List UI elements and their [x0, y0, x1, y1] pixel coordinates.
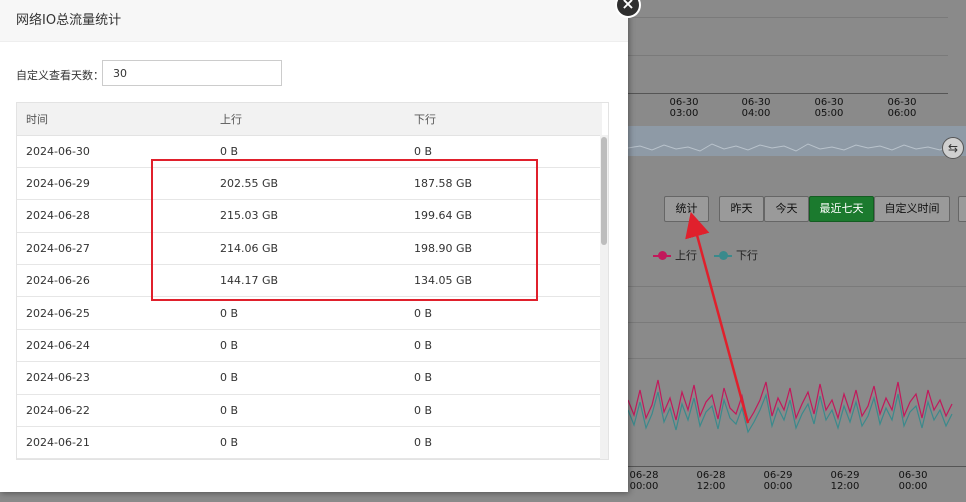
- extra-button[interactable]: [958, 196, 966, 222]
- table-row: 2024-06-30 0 B0 B: [17, 135, 602, 168]
- modal-title: 网络IO总流量统计: [0, 0, 628, 42]
- traffic-stats-modal: 网络IO总流量统计 自定义查看天数： 时间 上行 下行 2024-06-300 …: [0, 0, 628, 492]
- cell-date: 2024-06-26: [17, 264, 211, 298]
- table-row: 2024-06-24 0 B0 B: [17, 329, 602, 363]
- legend-item-down[interactable]: 下行: [714, 249, 758, 263]
- cell-date: 2024-06-30: [17, 135, 211, 168]
- table-scrollbar[interactable]: [600, 135, 608, 459]
- cell-date: 2024-06-29: [17, 167, 211, 201]
- today-button[interactable]: 今天: [764, 196, 809, 222]
- table-header-row: 时间 上行 下行: [17, 103, 602, 136]
- days-label: 自定义查看天数：: [16, 69, 104, 82]
- grid-line: [628, 358, 966, 359]
- cell-date: 2024-06-27: [17, 232, 211, 266]
- traffic-series-chart: [628, 379, 953, 434]
- cell-date: 2024-06-28: [17, 199, 211, 233]
- tick-label: 06-28 00:00: [629, 470, 659, 492]
- tick-label: 06-29 12:00: [830, 470, 860, 492]
- table-row: 2024-06-25 0 B0 B: [17, 296, 602, 330]
- tick-label: 06-29 00:00: [763, 470, 793, 492]
- cell-download: 198.90 GB: [405, 232, 602, 266]
- grid-line: [628, 322, 966, 323]
- scrollbar-thumb[interactable]: [601, 137, 607, 245]
- cell-download: 0 B: [405, 426, 602, 459]
- tick-label: 06-30 03:00: [669, 97, 699, 119]
- cell-date: 2024-06-25: [17, 296, 211, 330]
- tick-label: 06-30 06:00: [887, 97, 917, 119]
- cell-date: 2024-06-23: [17, 361, 211, 395]
- table-row: 2024-06-29 202.55 GB 187.58 GB: [17, 167, 602, 201]
- x-axis-line: [628, 466, 966, 467]
- column-header-download: 下行: [405, 103, 602, 136]
- legend-label-up: 上行: [675, 249, 697, 262]
- custom-time-button[interactable]: 自定义时间: [874, 196, 950, 222]
- tick-label: 06-30 04:00: [741, 97, 771, 119]
- table-row: 2024-06-23 0 B0 B: [17, 361, 602, 395]
- tick-label: 06-30 05:00: [814, 97, 844, 119]
- cell-upload: 0 B: [211, 361, 405, 395]
- cell-upload: 202.55 GB: [211, 167, 405, 201]
- cell-download: 0 B: [405, 296, 602, 330]
- table-row: 2024-06-21 0 B0 B: [17, 426, 602, 459]
- navigator-handle-icon[interactable]: ⇆: [942, 137, 964, 159]
- table-row: 2024-06-28 215.03 GB 199.64 GB: [17, 199, 602, 233]
- legend-item-up[interactable]: 上行: [653, 249, 697, 263]
- legend-label-down: 下行: [736, 249, 758, 262]
- cell-upload: 214.06 GB: [211, 232, 405, 266]
- table-row: 2024-06-27 214.06 GB 198.90 GB: [17, 232, 602, 266]
- cell-date: 2024-06-21: [17, 426, 211, 459]
- legend-marker-up: [653, 251, 671, 260]
- cell-download: 0 B: [405, 135, 602, 168]
- cell-upload: 0 B: [211, 135, 405, 168]
- chart-navigator[interactable]: [627, 126, 966, 156]
- cell-download: 0 B: [405, 394, 602, 428]
- cell-download: 0 B: [405, 361, 602, 395]
- last-seven-days-button[interactable]: 最近七天: [809, 196, 874, 222]
- cell-download: 134.05 GB: [405, 264, 602, 298]
- cell-download: 199.64 GB: [405, 199, 602, 233]
- cell-download: 0 B: [405, 329, 602, 363]
- column-header-time: 时间: [17, 103, 211, 136]
- cell-date: 2024-06-22: [17, 394, 211, 428]
- traffic-table: 时间 上行 下行 2024-06-30 0 B0 B 2024-06-29 202.…: [16, 102, 609, 460]
- grid-line: [628, 55, 948, 56]
- tick-label: 06-30 00:00: [898, 470, 928, 492]
- table-row: 2024-06-26 144.17 GB 134.05 GB: [17, 264, 602, 298]
- grid-line: [628, 286, 966, 287]
- column-header-upload: 上行: [211, 103, 405, 136]
- navigator-series: [627, 143, 949, 152]
- table-row: 2024-06-22 0 B0 B: [17, 394, 602, 428]
- yesterday-button[interactable]: 昨天: [719, 196, 764, 222]
- tick-label: 06-28 12:00: [696, 470, 726, 492]
- x-axis-line: [628, 93, 948, 94]
- cell-upload: 0 B: [211, 296, 405, 330]
- cell-upload: 215.03 GB: [211, 199, 405, 233]
- stats-button[interactable]: 统计: [664, 196, 709, 222]
- cell-upload: 0 B: [211, 426, 405, 459]
- legend-marker-down: [714, 251, 732, 260]
- cell-upload: 0 B: [211, 329, 405, 363]
- cell-upload: 144.17 GB: [211, 264, 405, 298]
- cell-upload: 0 B: [211, 394, 405, 428]
- grid-line: [628, 17, 948, 18]
- cell-download: 187.58 GB: [405, 167, 602, 201]
- cell-date: 2024-06-24: [17, 329, 211, 363]
- days-input[interactable]: [102, 60, 282, 86]
